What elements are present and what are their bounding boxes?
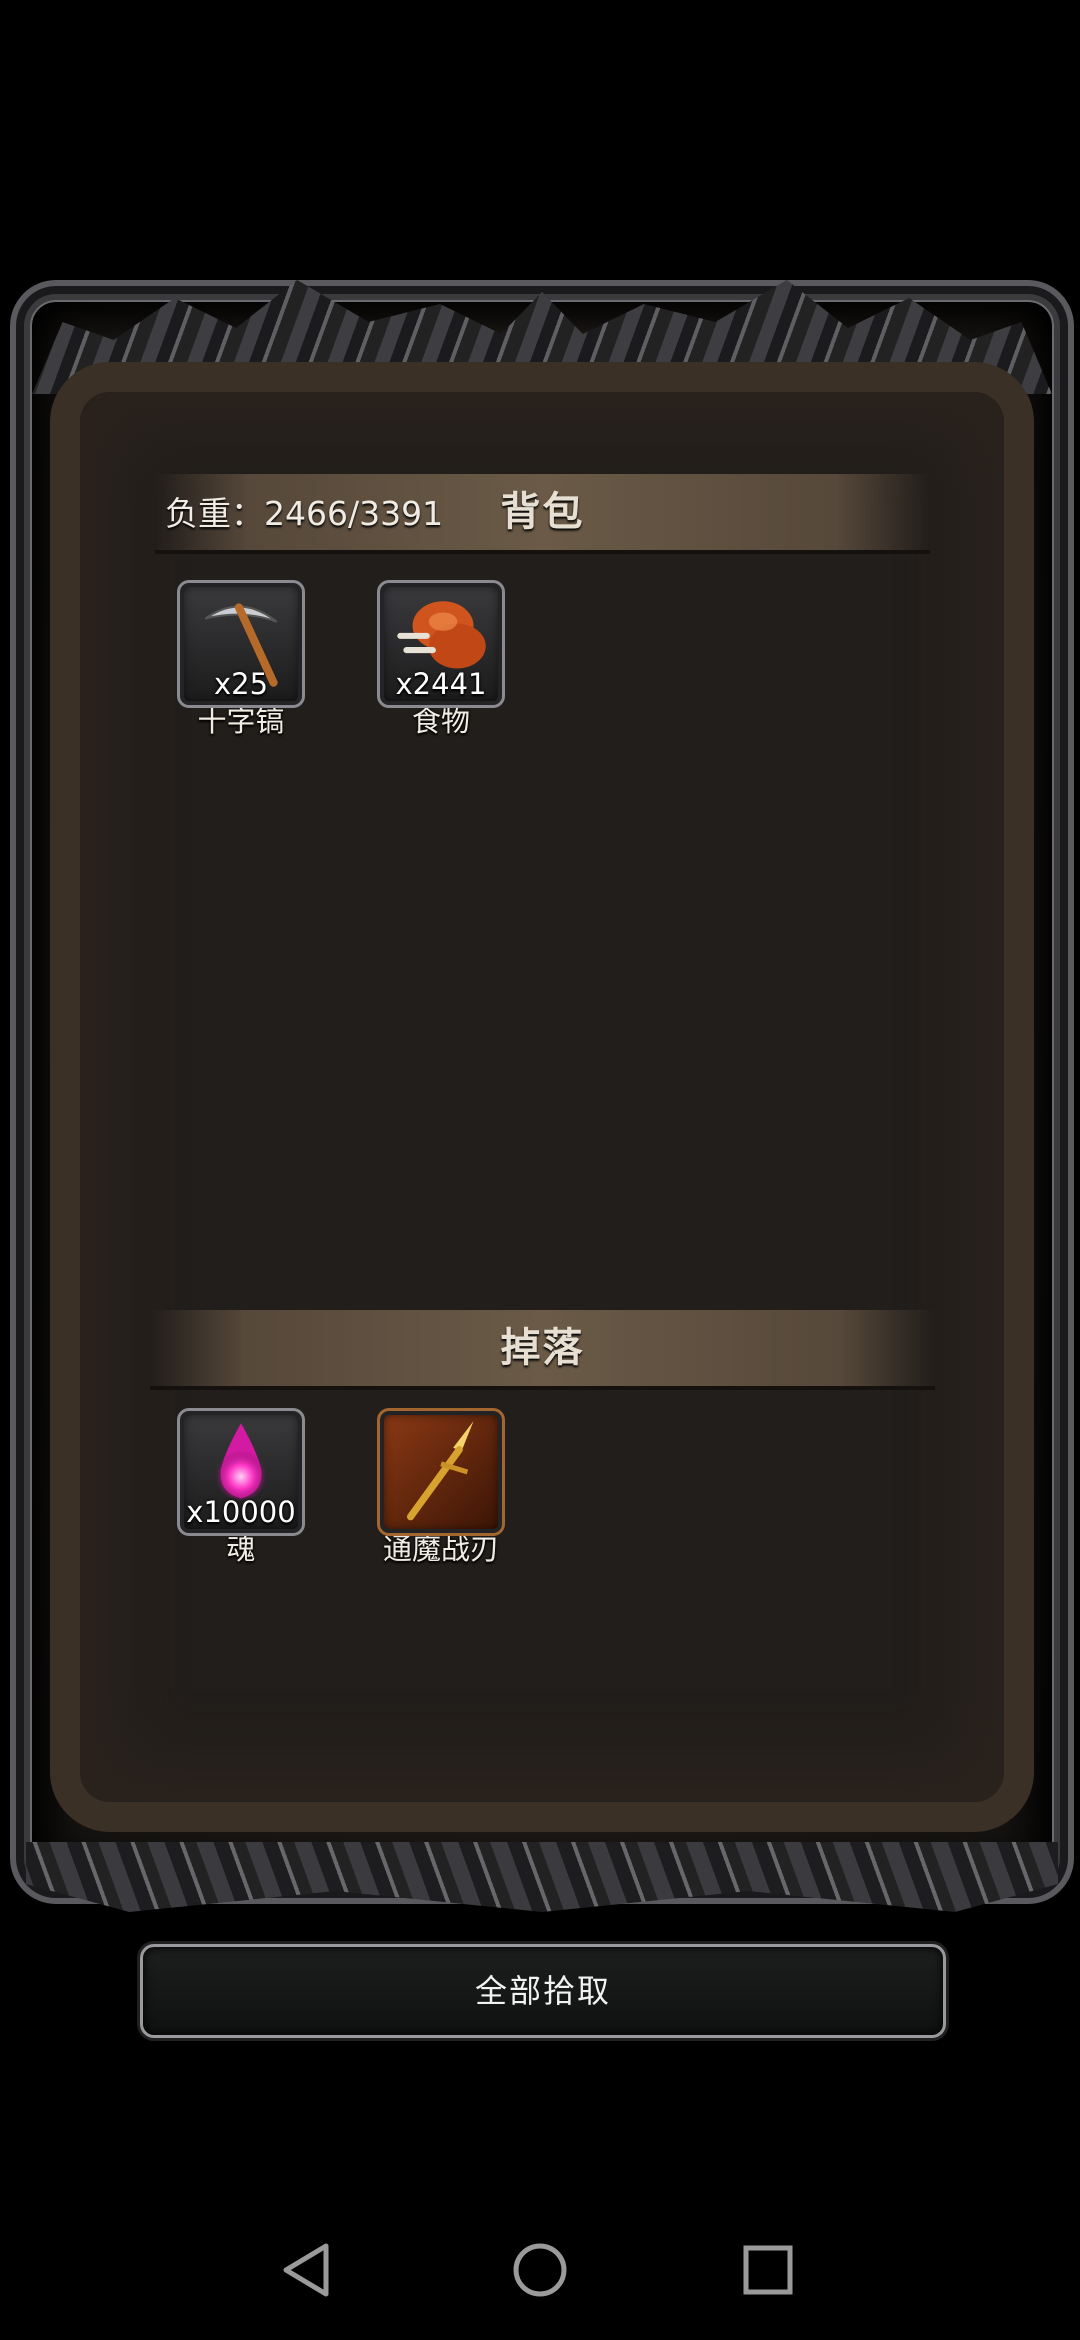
back-icon[interactable]: [268, 2230, 348, 2310]
item-slot[interactable]: x2441: [377, 580, 505, 708]
item-count: x25: [213, 667, 269, 701]
drop-item[interactable]: x10000 魂: [166, 1408, 316, 1568]
drop-item[interactable]: 通魔战刃: [366, 1408, 516, 1568]
system-nav-bar: [0, 2200, 1080, 2340]
drops-title: 掉落: [500, 1325, 585, 1371]
item-count: x2441: [395, 667, 487, 701]
frame-bottom-ornament: [26, 1842, 1058, 1912]
backpack-header: 负重：2466/3391 背包: [155, 474, 930, 554]
frame-crest-ornament: [32, 280, 1052, 394]
inventory-item[interactable]: x25 十字镐: [166, 580, 316, 740]
drops-header: 掉落: [150, 1310, 935, 1390]
recents-icon[interactable]: [728, 2230, 808, 2310]
item-count: x10000: [186, 1495, 296, 1529]
home-icon[interactable]: [500, 2230, 580, 2310]
backpack-title: 背包: [500, 489, 585, 535]
item-slot[interactable]: x25: [177, 580, 305, 708]
item-slot[interactable]: x10000: [177, 1408, 305, 1536]
collect-all-button[interactable]: 全部拾取: [140, 1944, 946, 2038]
golden-spear-icon: [406, 1421, 474, 1521]
item-slot[interactable]: [377, 1408, 505, 1536]
inventory-item[interactable]: x2441 食物: [366, 580, 516, 740]
